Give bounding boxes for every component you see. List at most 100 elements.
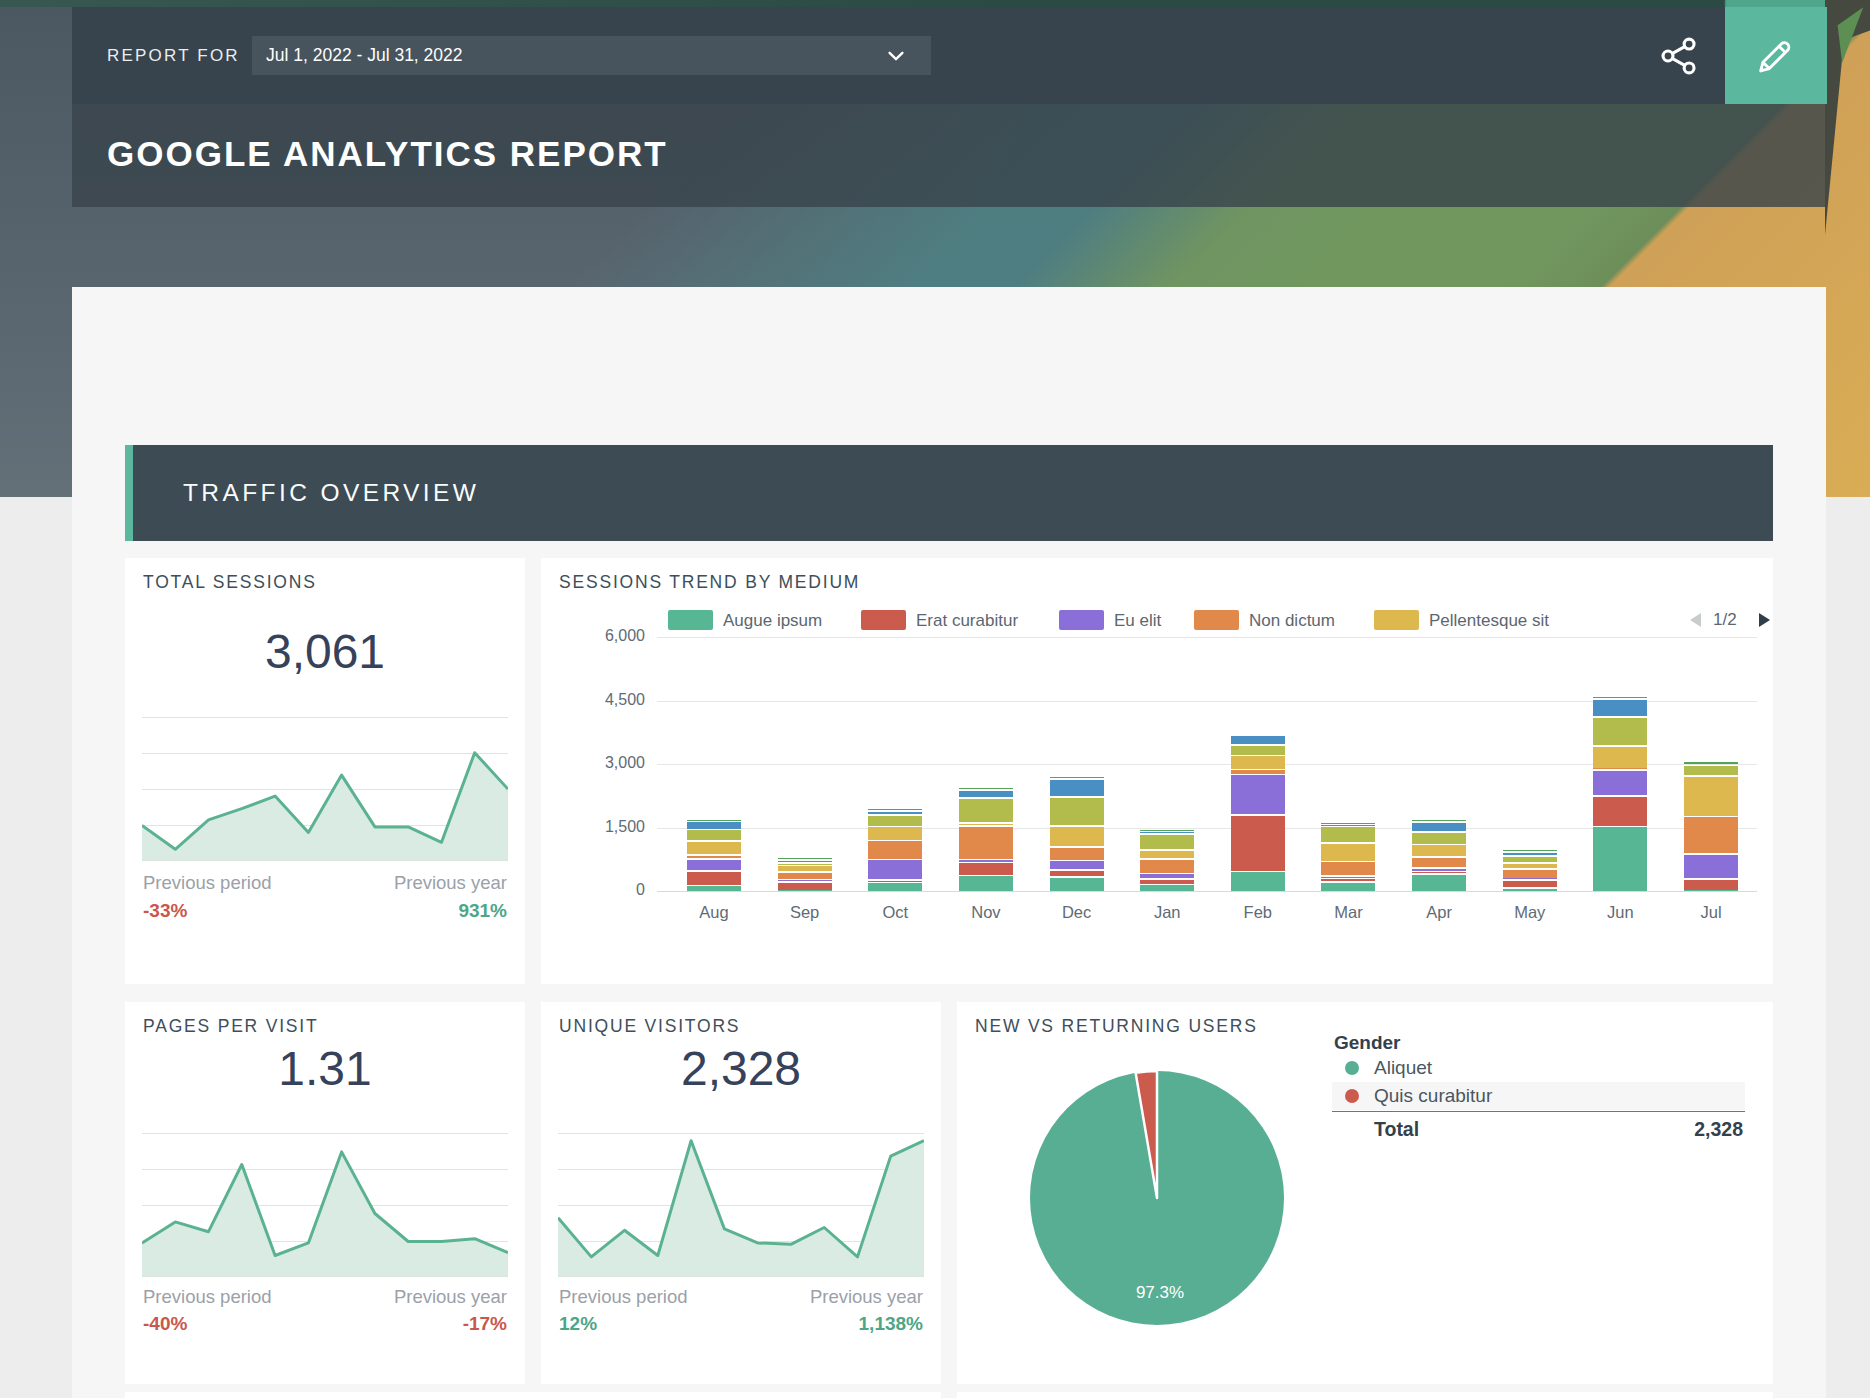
bar-segment bbox=[687, 842, 741, 854]
x-axis-label: Feb bbox=[1223, 903, 1293, 922]
total-sessions-sparkline bbox=[142, 716, 508, 862]
stacked-bar-jul bbox=[1684, 558, 1738, 891]
y-axis-tick: 1,500 bbox=[555, 818, 645, 836]
report-for-label: REPORT FOR bbox=[107, 7, 240, 104]
share-icon[interactable] bbox=[1657, 34, 1701, 78]
card-title: NEW VS RETURNING USERS bbox=[975, 1016, 1258, 1037]
bar-segment bbox=[1503, 857, 1557, 862]
bar-segment bbox=[1593, 718, 1647, 746]
x-axis-label: Mar bbox=[1313, 903, 1383, 922]
report-title-bar: GOOGLE ANALYTICS REPORT bbox=[72, 104, 1825, 207]
legend-item-quis-curabitur: Quis curabitur bbox=[1332, 1082, 1745, 1110]
total-sessions-card: TOTAL SESSIONS 3,061 Previous period -33… bbox=[125, 558, 525, 984]
bar-segment bbox=[687, 886, 741, 891]
x-axis-label: Sep bbox=[770, 903, 840, 922]
legend-next-icon[interactable] bbox=[1755, 611, 1773, 629]
background-top-strip bbox=[0, 0, 1870, 7]
bar-segment bbox=[1684, 762, 1738, 763]
legend-total-row: Total 2,328 bbox=[1332, 1112, 1745, 1146]
bar-segment bbox=[1593, 771, 1647, 795]
bar-segment bbox=[1050, 848, 1104, 860]
y-axis-tick: 0 bbox=[555, 881, 645, 899]
bar-segment bbox=[1140, 830, 1194, 831]
stacked-bar-oct bbox=[868, 558, 922, 891]
x-axis-label: Oct bbox=[860, 903, 930, 922]
section-header-traffic-overview: TRAFFIC OVERVIEW bbox=[125, 445, 1773, 541]
chevron-down-icon bbox=[885, 45, 907, 67]
bar-segment bbox=[687, 822, 741, 828]
stacked-bar-jan bbox=[1140, 558, 1194, 891]
gender-legend-title: Gender bbox=[1332, 1032, 1745, 1054]
bar-segment bbox=[868, 841, 922, 859]
bar-segment bbox=[687, 860, 741, 870]
bar-segment bbox=[1684, 766, 1738, 776]
unique-visitors-value: 2,328 bbox=[541, 1041, 941, 1096]
stacked-bar-dec bbox=[1050, 558, 1104, 891]
x-axis-label: Dec bbox=[1042, 903, 1112, 922]
legend-item-aliquet: Aliquet bbox=[1332, 1054, 1745, 1082]
bar-segment bbox=[1412, 858, 1466, 867]
bar-segment bbox=[1050, 780, 1104, 797]
pages-per-visit-card: PAGES PER VISIT 1.31 Previous period -40… bbox=[125, 1002, 525, 1384]
bar-segment bbox=[1684, 855, 1738, 879]
bar-segment bbox=[1503, 870, 1557, 878]
bar-segment bbox=[1593, 827, 1647, 891]
bar-segment bbox=[687, 830, 741, 840]
bar-segment bbox=[1321, 844, 1375, 861]
bar-segment bbox=[959, 799, 1013, 823]
stacked-bar-feb bbox=[1231, 558, 1285, 891]
stacked-bar-nov bbox=[959, 558, 1013, 891]
bar-segment bbox=[1321, 883, 1375, 891]
bar-segment bbox=[778, 866, 832, 871]
bar-segment bbox=[1503, 889, 1557, 891]
y-axis-tick: 4,500 bbox=[555, 691, 645, 709]
stacked-bar-may bbox=[1503, 558, 1557, 891]
bar-segment bbox=[959, 788, 1013, 789]
bar-segment bbox=[1412, 869, 1466, 872]
bar-segment bbox=[1412, 845, 1466, 856]
bar-segment bbox=[1321, 827, 1375, 842]
y-axis-tick: 6,000 bbox=[555, 627, 645, 645]
bar-segment bbox=[868, 812, 922, 814]
x-axis-label: Jun bbox=[1585, 903, 1655, 922]
bar-segment bbox=[1684, 880, 1738, 890]
bar-segment bbox=[868, 883, 922, 891]
previous-period-value: -33% bbox=[143, 900, 187, 922]
bar-segment bbox=[868, 809, 922, 810]
bar-segment bbox=[1140, 874, 1194, 878]
bar-segment bbox=[1231, 816, 1285, 871]
bar-segment bbox=[959, 827, 1013, 859]
stacked-bar-apr bbox=[1412, 558, 1466, 891]
date-range-dropdown[interactable]: Jul 1, 2022 - Jul 31, 2022 bbox=[252, 36, 931, 75]
bar-segment bbox=[868, 881, 922, 882]
bar-segment bbox=[1503, 853, 1557, 856]
total-sessions-value: 3,061 bbox=[125, 624, 525, 679]
bar-segment bbox=[1684, 777, 1738, 816]
bar-segment bbox=[1050, 798, 1104, 825]
previous-period-label: Previous period bbox=[143, 872, 272, 894]
bar-segment bbox=[1593, 768, 1647, 769]
total-label: Total bbox=[1374, 1118, 1419, 1140]
new-vs-returning-card: NEW VS RETURNING USERS 97.3% Gender Aliq… bbox=[957, 1002, 1773, 1384]
total-value: 2,328 bbox=[1694, 1112, 1743, 1146]
bar-segment bbox=[1140, 880, 1194, 884]
previous-period-value: -40% bbox=[143, 1313, 187, 1335]
bar-segment bbox=[687, 820, 741, 821]
gender-legend: Gender Aliquet Quis curabitur Total 2,32… bbox=[1332, 1032, 1745, 1146]
legend-dot bbox=[1345, 1089, 1359, 1103]
bar-segment bbox=[1231, 770, 1285, 774]
bar-segment bbox=[1503, 850, 1557, 851]
bar-segment bbox=[1321, 825, 1375, 826]
bar-segment bbox=[778, 880, 832, 881]
bar-segment bbox=[1231, 736, 1285, 744]
stacked-bar-jun bbox=[1593, 558, 1647, 891]
pencil-icon bbox=[1753, 32, 1799, 78]
x-axis-label: Jul bbox=[1676, 903, 1746, 922]
edit-button[interactable] bbox=[1725, 7, 1827, 104]
x-axis-label: Nov bbox=[951, 903, 1021, 922]
bar-segment bbox=[1321, 823, 1375, 824]
bar-segment bbox=[959, 863, 1013, 874]
top-toolbar: REPORT FOR Jul 1, 2022 - Jul 31, 2022 bbox=[72, 7, 1725, 104]
bar-segment bbox=[959, 824, 1013, 825]
bar-segment bbox=[1231, 756, 1285, 768]
